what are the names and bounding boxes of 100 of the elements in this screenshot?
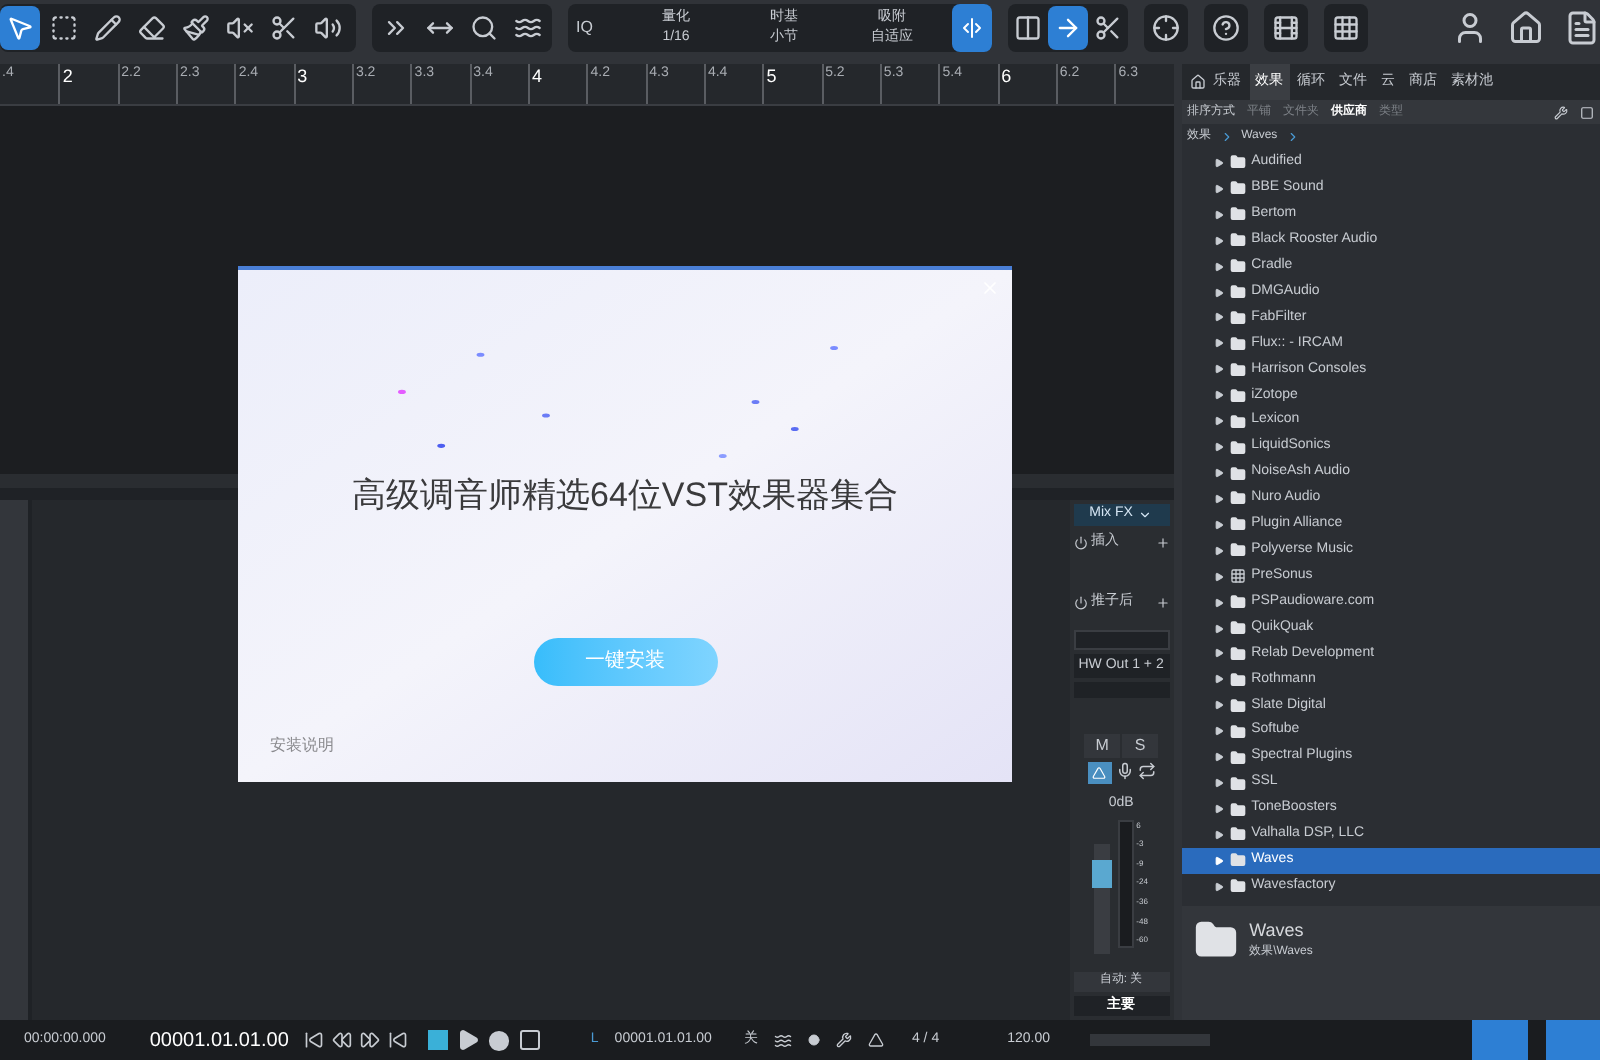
rewind-icon[interactable] [332, 1030, 353, 1050]
ruler-label: 4 [531, 66, 542, 86]
folder-icon [1229, 516, 1246, 533]
crosshair-icon [1152, 14, 1180, 42]
scissors-icon [270, 14, 298, 42]
expand-arrow-icon[interactable] [1213, 338, 1224, 349]
folder-icon [1229, 232, 1246, 249]
arrow-right-icon [1054, 14, 1082, 42]
folder-icon [1229, 439, 1246, 456]
microphone-icon[interactable] [1115, 762, 1134, 780]
mute-button[interactable]: M [1084, 734, 1121, 758]
ruler-label: 6 [1001, 66, 1012, 86]
ruler-label: 2 [62, 66, 73, 86]
expand-arrow-icon[interactable] [1213, 752, 1224, 763]
expand-arrow-icon[interactable] [1213, 442, 1224, 453]
expand-arrow-icon[interactable] [1213, 364, 1224, 375]
user-icon[interactable] [1452, 10, 1488, 46]
rewind-start-icon[interactable] [304, 1030, 325, 1050]
monitor-button[interactable] [1087, 762, 1112, 784]
chevron-down-icon [1138, 508, 1153, 522]
search-icon [470, 14, 498, 42]
select-box-icon [50, 14, 78, 42]
folder-icon [1229, 723, 1246, 740]
expand-arrow-icon[interactable] [1213, 804, 1224, 814]
folder-icon [1229, 309, 1246, 326]
folder-icon [1229, 801, 1246, 817]
dot-icon[interactable] [807, 1034, 820, 1046]
snap-toggle[interactable] [952, 4, 992, 52]
grid-icon [1332, 14, 1360, 42]
home-icon[interactable] [1189, 74, 1206, 90]
help-icon [1212, 14, 1240, 42]
bar-readout: 00001.01.01.00 [149, 1027, 289, 1055]
window-icon[interactable] [1580, 105, 1594, 119]
level-meter [1118, 819, 1135, 947]
folder-icon [1193, 917, 1238, 962]
speaker-icon [314, 14, 342, 42]
loop-button-icon[interactable] [518, 1028, 543, 1052]
expand-arrow-icon[interactable] [1213, 519, 1224, 530]
expand-arrow-icon[interactable] [1213, 648, 1224, 659]
expand-arrow-icon[interactable] [1213, 700, 1224, 711]
document-icon[interactable] [1564, 10, 1600, 46]
expand-arrow-icon[interactable] [1213, 597, 1224, 608]
add-icon[interactable] [1155, 595, 1170, 609]
expand-arrow-icon[interactable] [1213, 312, 1224, 323]
stop-button[interactable] [428, 1030, 449, 1050]
home-icon[interactable] [1508, 10, 1544, 46]
folder-icon [1229, 697, 1246, 714]
return-icon[interactable] [388, 1030, 409, 1050]
expand-arrow-icon[interactable] [1213, 287, 1224, 298]
expand-arrow-icon[interactable] [1213, 778, 1224, 789]
record-icon[interactable] [488, 1029, 511, 1051]
wave-icon[interactable] [773, 1031, 792, 1049]
expand-arrow-icon[interactable] [1213, 416, 1224, 427]
wrench-icon[interactable] [1554, 105, 1568, 119]
metronome-icon[interactable] [867, 1032, 884, 1048]
folder-icon [1229, 387, 1246, 404]
folder-icon [1229, 413, 1246, 430]
expand-arrow-icon[interactable] [1213, 726, 1224, 737]
toolbar-button[interactable] [1048, 6, 1088, 50]
expand-arrow-icon[interactable] [1213, 674, 1224, 685]
expand-arrow-icon[interactable] [1213, 545, 1224, 556]
expand-arrow-icon[interactable] [1213, 468, 1224, 479]
ruler-label: 3 [297, 66, 308, 86]
folder-icon [1229, 206, 1246, 223]
pencil-icon [94, 14, 122, 42]
expand-arrow-icon[interactable] [1213, 157, 1224, 168]
expand-arrow-icon[interactable] [1213, 493, 1224, 504]
expand-arrow-icon[interactable] [1213, 235, 1224, 246]
power-icon[interactable] [1073, 595, 1088, 609]
folder-icon [1229, 465, 1246, 482]
solo-button[interactable]: S [1122, 734, 1159, 758]
expand-arrow-icon[interactable] [1213, 571, 1224, 582]
chevron-right-icon [1219, 130, 1234, 144]
wrench-icon[interactable] [835, 1032, 852, 1048]
expand-arrow-icon[interactable] [1213, 829, 1224, 840]
loop-icon[interactable] [1137, 762, 1156, 780]
folder-icon [1229, 852, 1246, 869]
folder-icon [1229, 258, 1246, 275]
dialog-title: 高级调音师精选64位VST效果器集合 [352, 474, 898, 518]
folder-icon [1229, 284, 1246, 301]
wave-icon [514, 14, 542, 42]
expand-arrow-icon[interactable] [1213, 209, 1224, 220]
folder-icon [1229, 335, 1246, 352]
folder-icon [1229, 361, 1246, 378]
expand-arrow-icon[interactable] [1213, 881, 1224, 892]
ruler-label: 5 [766, 66, 777, 86]
power-icon[interactable] [1073, 535, 1088, 549]
folder-icon [1229, 490, 1246, 507]
expand-arrow-icon[interactable] [1213, 183, 1224, 194]
play-icon[interactable] [456, 1028, 481, 1052]
toolbar-button[interactable] [0, 6, 40, 50]
brush-icon [182, 14, 210, 42]
expand-arrow-icon[interactable] [1213, 623, 1224, 634]
expand-arrow-icon[interactable] [1213, 261, 1224, 272]
fast-forward-icon[interactable] [360, 1030, 381, 1050]
add-icon[interactable] [1155, 535, 1170, 549]
view-tab[interactable] [1544, 1020, 1600, 1060]
vendor-icon [1229, 568, 1246, 585]
fader-handle[interactable] [1092, 859, 1113, 888]
expand-arrow-icon[interactable] [1213, 390, 1224, 401]
